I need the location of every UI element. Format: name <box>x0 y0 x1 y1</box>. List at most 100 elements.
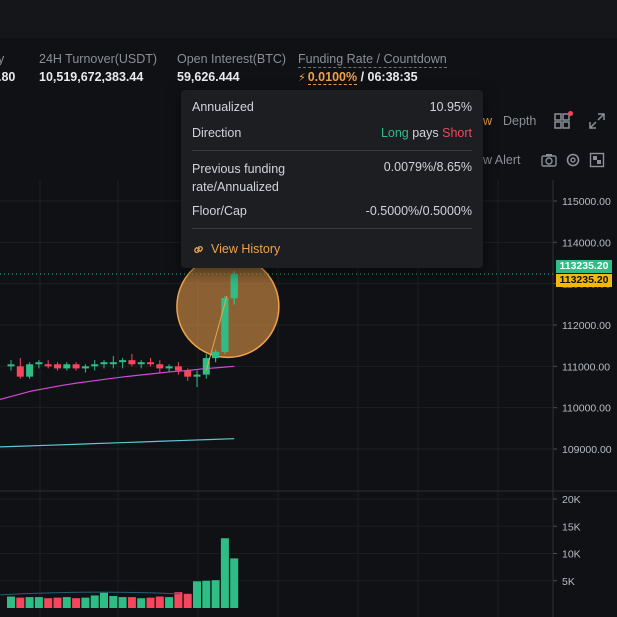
price-axis-label: 110000.00 <box>562 403 611 415</box>
stat-open-interest: Open Interest(BTC) 59,626.444 <box>177 52 286 84</box>
volume-bar <box>16 597 25 608</box>
volume-bar <box>90 595 99 608</box>
tab-partial-active[interactable]: w <box>483 114 492 128</box>
camera-icon[interactable] <box>540 151 558 169</box>
candle-body <box>35 362 43 365</box>
volume-bar <box>193 581 201 608</box>
stat-turnover: 24H Turnover(USDT) 10,519,672,383.44 <box>39 52 157 84</box>
chart-settings-icon[interactable] <box>588 151 606 169</box>
candle-body <box>119 360 127 363</box>
price-axis-label: 115000.00 <box>562 196 611 208</box>
price-axis-label: 111000.00 <box>562 361 610 373</box>
tab-depth[interactable]: Depth <box>503 114 536 128</box>
candle-body <box>137 362 145 365</box>
top-bar <box>0 0 617 38</box>
annualized-value: 10.95% <box>429 100 472 114</box>
volume-bar <box>146 597 155 608</box>
last-price-tag-green: 113235.20 <box>556 259 612 273</box>
volume-bar <box>165 597 174 608</box>
candle-body <box>128 360 136 365</box>
volume-bar <box>81 597 90 608</box>
stat-partial: y .80 <box>0 52 15 84</box>
lightning-icon: ⚡ <box>298 72 306 84</box>
candle-body <box>221 298 229 352</box>
funding-rate-label[interactable]: Funding Rate / Countdown <box>298 52 447 68</box>
volume-bar <box>44 598 53 608</box>
candle-body <box>174 366 182 371</box>
expand-icon[interactable] <box>588 112 606 130</box>
volume-bar <box>34 597 43 608</box>
volume-bar <box>100 592 108 608</box>
volume-bar <box>72 598 81 608</box>
direction-pays: pays <box>408 126 443 140</box>
volume-bar <box>202 580 211 608</box>
direction-long: Long <box>380 126 409 140</box>
previous-funding-label-line1: Previous funding <box>192 162 286 176</box>
candle-body <box>44 364 52 367</box>
volume-bar <box>109 596 118 608</box>
volume-axis-label: 20K <box>562 494 581 506</box>
candle-body <box>109 362 117 365</box>
volume-bar <box>137 598 146 608</box>
direction-short: Short <box>442 126 472 140</box>
candle-body <box>165 366 173 369</box>
volume-bar <box>53 597 62 608</box>
candle-body <box>26 364 34 377</box>
funding-separator: / <box>357 70 368 84</box>
candle-body <box>156 364 164 369</box>
stat-partial-value: .80 <box>0 70 16 84</box>
candle-body <box>100 362 108 365</box>
tooltip-row-annualized: Annualized 10.95% <box>192 100 472 114</box>
floor-cap-label: Floor/Cap <box>192 204 247 218</box>
volume-axis-label: 5K <box>562 576 575 588</box>
volume-axis-label: 15K <box>562 521 581 533</box>
funding-rate-tooltip: Annualized 10.95% Direction Long pays Sh… <box>181 90 483 268</box>
candle-body <box>63 364 71 369</box>
link-icon <box>194 245 203 253</box>
view-history-label[interactable]: View History <box>211 242 280 256</box>
gear-icon[interactable] <box>564 151 582 169</box>
candle-body <box>230 273 238 299</box>
price-axis-label: 112000.00 <box>562 320 611 332</box>
turnover-label: 24H Turnover(USDT) <box>39 52 158 66</box>
volume-bar <box>118 597 127 608</box>
annualized-label: Annualized <box>192 100 254 114</box>
previous-funding-value: 0.0079%/8.65% <box>383 160 472 174</box>
open-interest-value: 59,626.444 <box>177 70 240 84</box>
turnover-value: 10,519,672,383.44 <box>39 70 144 84</box>
stat-funding[interactable]: Funding Rate / Countdown ⚡ 0.0100% / 06:3… <box>298 52 447 85</box>
view-history-link[interactable]: View History <box>192 242 280 256</box>
volume-bar <box>174 592 183 608</box>
volume-bar <box>211 580 220 608</box>
volume-bar <box>155 596 164 608</box>
volume-bar <box>62 597 71 608</box>
volume-bar <box>183 593 192 608</box>
tooltip-row-floor-cap: Floor/Cap -0.5000%/0.5000% <box>192 204 472 218</box>
candle-body <box>54 364 61 369</box>
notification-dot <box>568 111 573 116</box>
direction-value: Long pays Short <box>381 126 472 140</box>
candle-body <box>7 364 15 367</box>
candle-body <box>184 370 192 377</box>
candle-body <box>147 362 154 365</box>
candle-body <box>81 366 89 369</box>
price-axis-label: 109000.00 <box>562 444 612 456</box>
volume-bar <box>25 597 34 608</box>
volume-bar <box>220 538 229 608</box>
volume-bar <box>230 558 239 608</box>
funding-countdown: 06:38:35 <box>367 70 418 84</box>
volume-axis-label: 10K <box>562 549 581 561</box>
volume-bar <box>7 596 15 608</box>
last-price-tag-orange: 113235.20 <box>556 273 612 287</box>
volume-bar <box>127 597 136 608</box>
stat-partial-label: y <box>0 52 5 66</box>
price-axis-label: 114000.00 <box>562 237 611 249</box>
floor-cap-value: -0.5000%/0.5000% <box>365 204 472 218</box>
tooltip-divider <box>192 228 472 229</box>
open-interest-label: Open Interest(BTC) <box>177 52 287 66</box>
previous-funding-label-line2: rate/Annualized <box>192 180 279 194</box>
candle-body <box>91 364 99 367</box>
funding-rate-value[interactable]: 0.0100% <box>307 70 358 85</box>
candle-body <box>193 374 201 377</box>
direction-label: Direction <box>192 126 242 140</box>
